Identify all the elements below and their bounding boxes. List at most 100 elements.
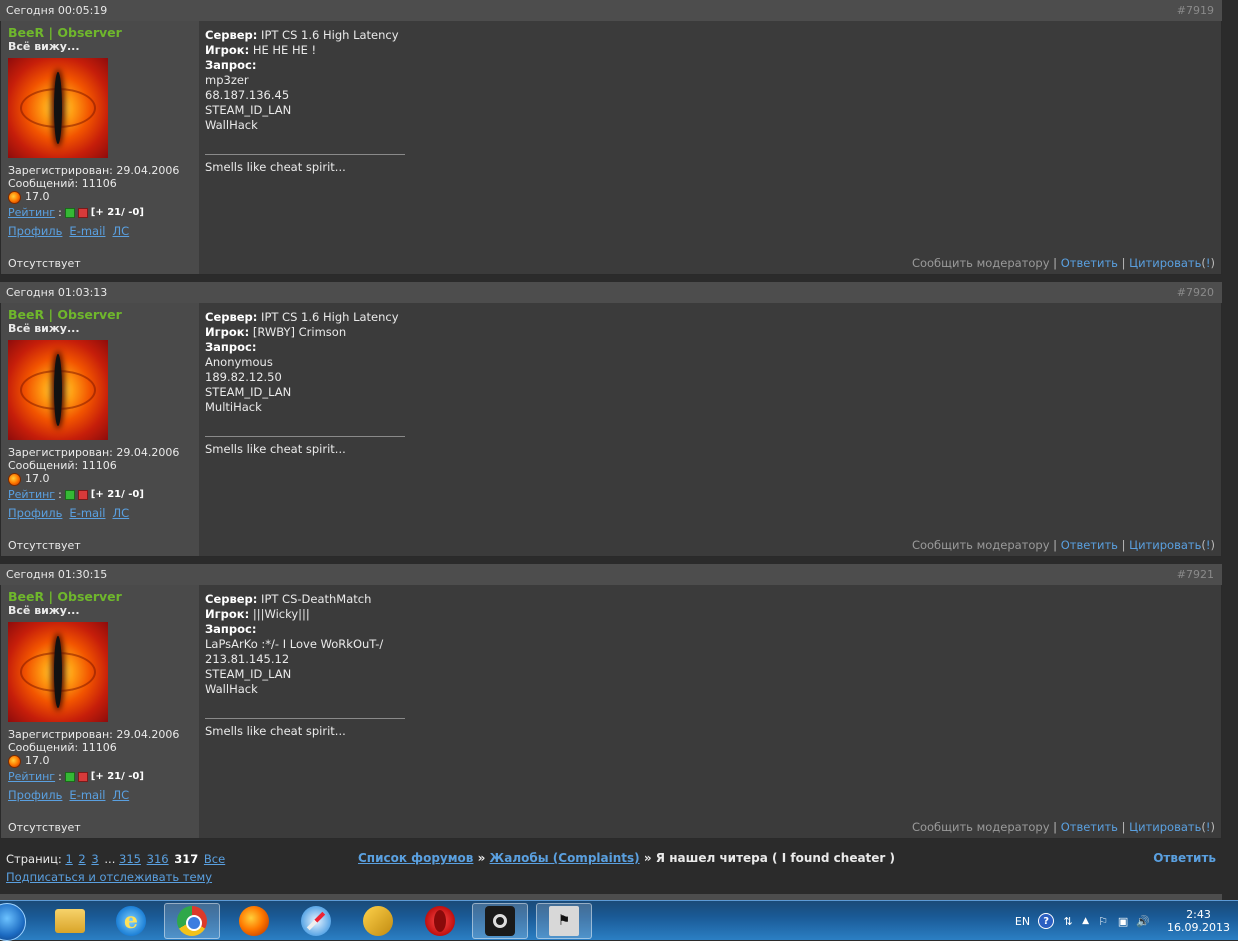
signature: Smells like cheat spirit... [205,724,346,738]
post-date: Сегодня 01:30:15 [6,568,108,581]
quote-link[interactable]: Цитировать [1129,820,1201,834]
subscribe-link[interactable]: Подписаться и отслеживать тему [6,870,212,884]
request-label: Запрос: [205,622,257,636]
request-detail: LaPsArKo :*/- I Love WoRkOuT-/ [205,637,384,651]
reply-link[interactable]: Ответить [1061,820,1118,834]
pm-link[interactable]: ЛС [112,225,129,238]
report-moderator-link[interactable]: Сообщить модератору [912,820,1050,834]
online-status: Отсутствует [8,539,81,552]
post-header: Сегодня 00:05:19 #7919 [0,0,1222,21]
message-count: Сообщений: 11106 [8,459,117,472]
request-detail: MultiHack [205,400,262,414]
start-button[interactable] [0,903,26,941]
rating-value: [+ 21/ -0] [90,489,144,500]
request-detail: 213.81.145.12 [205,652,290,666]
taskbar-chrome[interactable] [164,903,220,939]
registered-date: Зарегистрирован: 29.04.2006 [8,446,180,459]
online-status: Отсутствует [8,821,81,834]
volume-icon[interactable]: 🔊 [1136,915,1150,928]
taskbar-counter-strike[interactable]: ⚑ [536,903,592,939]
email-link[interactable]: E-mail [69,225,105,238]
page-link-316[interactable]: 316 [147,852,169,866]
taskbar-steam[interactable] [472,903,528,939]
page-link-2[interactable]: 2 [78,852,85,866]
taskbar-safari[interactable] [288,903,344,939]
rating-link[interactable]: Рейтинг [8,488,55,501]
language-indicator[interactable]: EN [1015,915,1030,928]
separator: | [1053,256,1058,270]
profile-link[interactable]: Профиль [8,507,62,520]
taskbar-firefox[interactable] [226,903,282,939]
rate-minus-icon[interactable] [77,489,88,500]
browser-version: 17.0 [8,190,199,204]
username[interactable]: BeeR | Observer [8,308,199,322]
help-icon[interactable]: ? [1038,913,1055,929]
all-pages-link[interactable]: Все [204,852,225,866]
server-value: IPT CS-DeathMatch [261,592,372,606]
page-link-3[interactable]: 3 [91,852,98,866]
taskbar-tools[interactable] [350,903,406,939]
user-info: BeeR | Observer Всё вижу... Зарегистриро… [1,21,199,274]
display-icon[interactable]: ▣ [1117,915,1129,928]
email-link[interactable]: E-mail [69,789,105,802]
system-tray: EN ? ⇅ ▲ ⚐ ▣ 🔊 2:43 16.09.2013 [1015,901,1238,941]
taskbar-opera[interactable] [412,903,468,939]
reply-link[interactable]: Ответить [1061,256,1118,270]
post-number-link[interactable]: #7919 [1177,4,1214,17]
report-moderator-link[interactable]: Сообщить модератору [912,538,1050,552]
post-number-link[interactable]: #7921 [1177,568,1214,581]
posts-list: Сегодня 00:05:19 #7919 BeeR | Observer В… [0,0,1222,846]
player-value: |||Wicky||| [252,607,310,621]
request-detail: WallHack [205,682,258,696]
post-header: Сегодня 01:03:13 #7920 [0,282,1222,303]
breadcrumb-forum-list[interactable]: Список форумов [358,851,473,865]
show-hidden-icons[interactable]: ▲ [1082,916,1089,926]
report-moderator-link[interactable]: Сообщить модератору [912,256,1050,270]
taskbar-explorer[interactable] [42,903,98,939]
player-label: Игрок: [205,325,250,339]
user-links: Профиль E-mail ЛС [8,789,199,802]
page-link-1[interactable]: 1 [65,852,72,866]
rate-minus-icon[interactable] [77,771,88,782]
safari-icon [301,906,331,936]
post-number-link[interactable]: #7920 [1177,286,1214,299]
user-links: Профиль E-mail ЛС [8,225,199,238]
tools-icon [363,906,393,936]
page-link-315[interactable]: 315 [119,852,141,866]
avatar [8,340,108,440]
request-line: Запрос: [205,340,1221,355]
post-body: BeeR | Observer Всё вижу... Зарегистриро… [0,303,1222,557]
profile-link[interactable]: Профиль [8,789,62,802]
network-icon[interactable]: ⇅ [1062,915,1074,928]
rate-plus-icon[interactable] [64,207,75,218]
reply-link[interactable]: Ответить [1061,538,1118,552]
pm-link[interactable]: ЛС [112,789,129,802]
clock[interactable]: 2:43 16.09.2013 [1157,908,1230,934]
request-detail: Anonymous [205,355,273,369]
quote-link[interactable]: Цитировать [1129,256,1201,270]
profile-link[interactable]: Профиль [8,225,62,238]
taskbar-ie[interactable]: e [103,903,159,939]
action-center-flag-icon[interactable]: ⚐ [1097,915,1109,928]
player-value: [RWBY] Crimson [252,325,347,339]
rate-plus-icon[interactable] [64,771,75,782]
player-line: Игрок: HE HE HE ! [205,43,1221,58]
internet-explorer-icon: e [116,906,146,936]
breadcrumb-complaints[interactable]: Жалобы (Complaints) [490,851,640,865]
rating-link[interactable]: Рейтинг [8,770,55,783]
rate-minus-icon[interactable] [77,207,88,218]
request-detail: mp3zer [205,73,249,87]
pm-link[interactable]: ЛС [112,507,129,520]
server-value: IPT CS 1.6 High Latency [261,310,399,324]
reply-topic-button[interactable]: Ответить [1153,851,1216,865]
username[interactable]: BeeR | Observer [8,26,199,40]
rating-link[interactable]: Рейтинг [8,206,55,219]
username[interactable]: BeeR | Observer [8,590,199,604]
post-date: Сегодня 01:03:13 [6,286,108,299]
browser-version: 17.0 [8,472,199,486]
email-link[interactable]: E-mail [69,507,105,520]
rate-plus-icon[interactable] [64,489,75,500]
quote-link[interactable]: Цитировать [1129,538,1201,552]
breadcrumb: Список форумов » Жалобы (Complaints) » Я… [358,851,895,865]
registered-date: Зарегистрирован: 29.04.2006 [8,164,180,177]
